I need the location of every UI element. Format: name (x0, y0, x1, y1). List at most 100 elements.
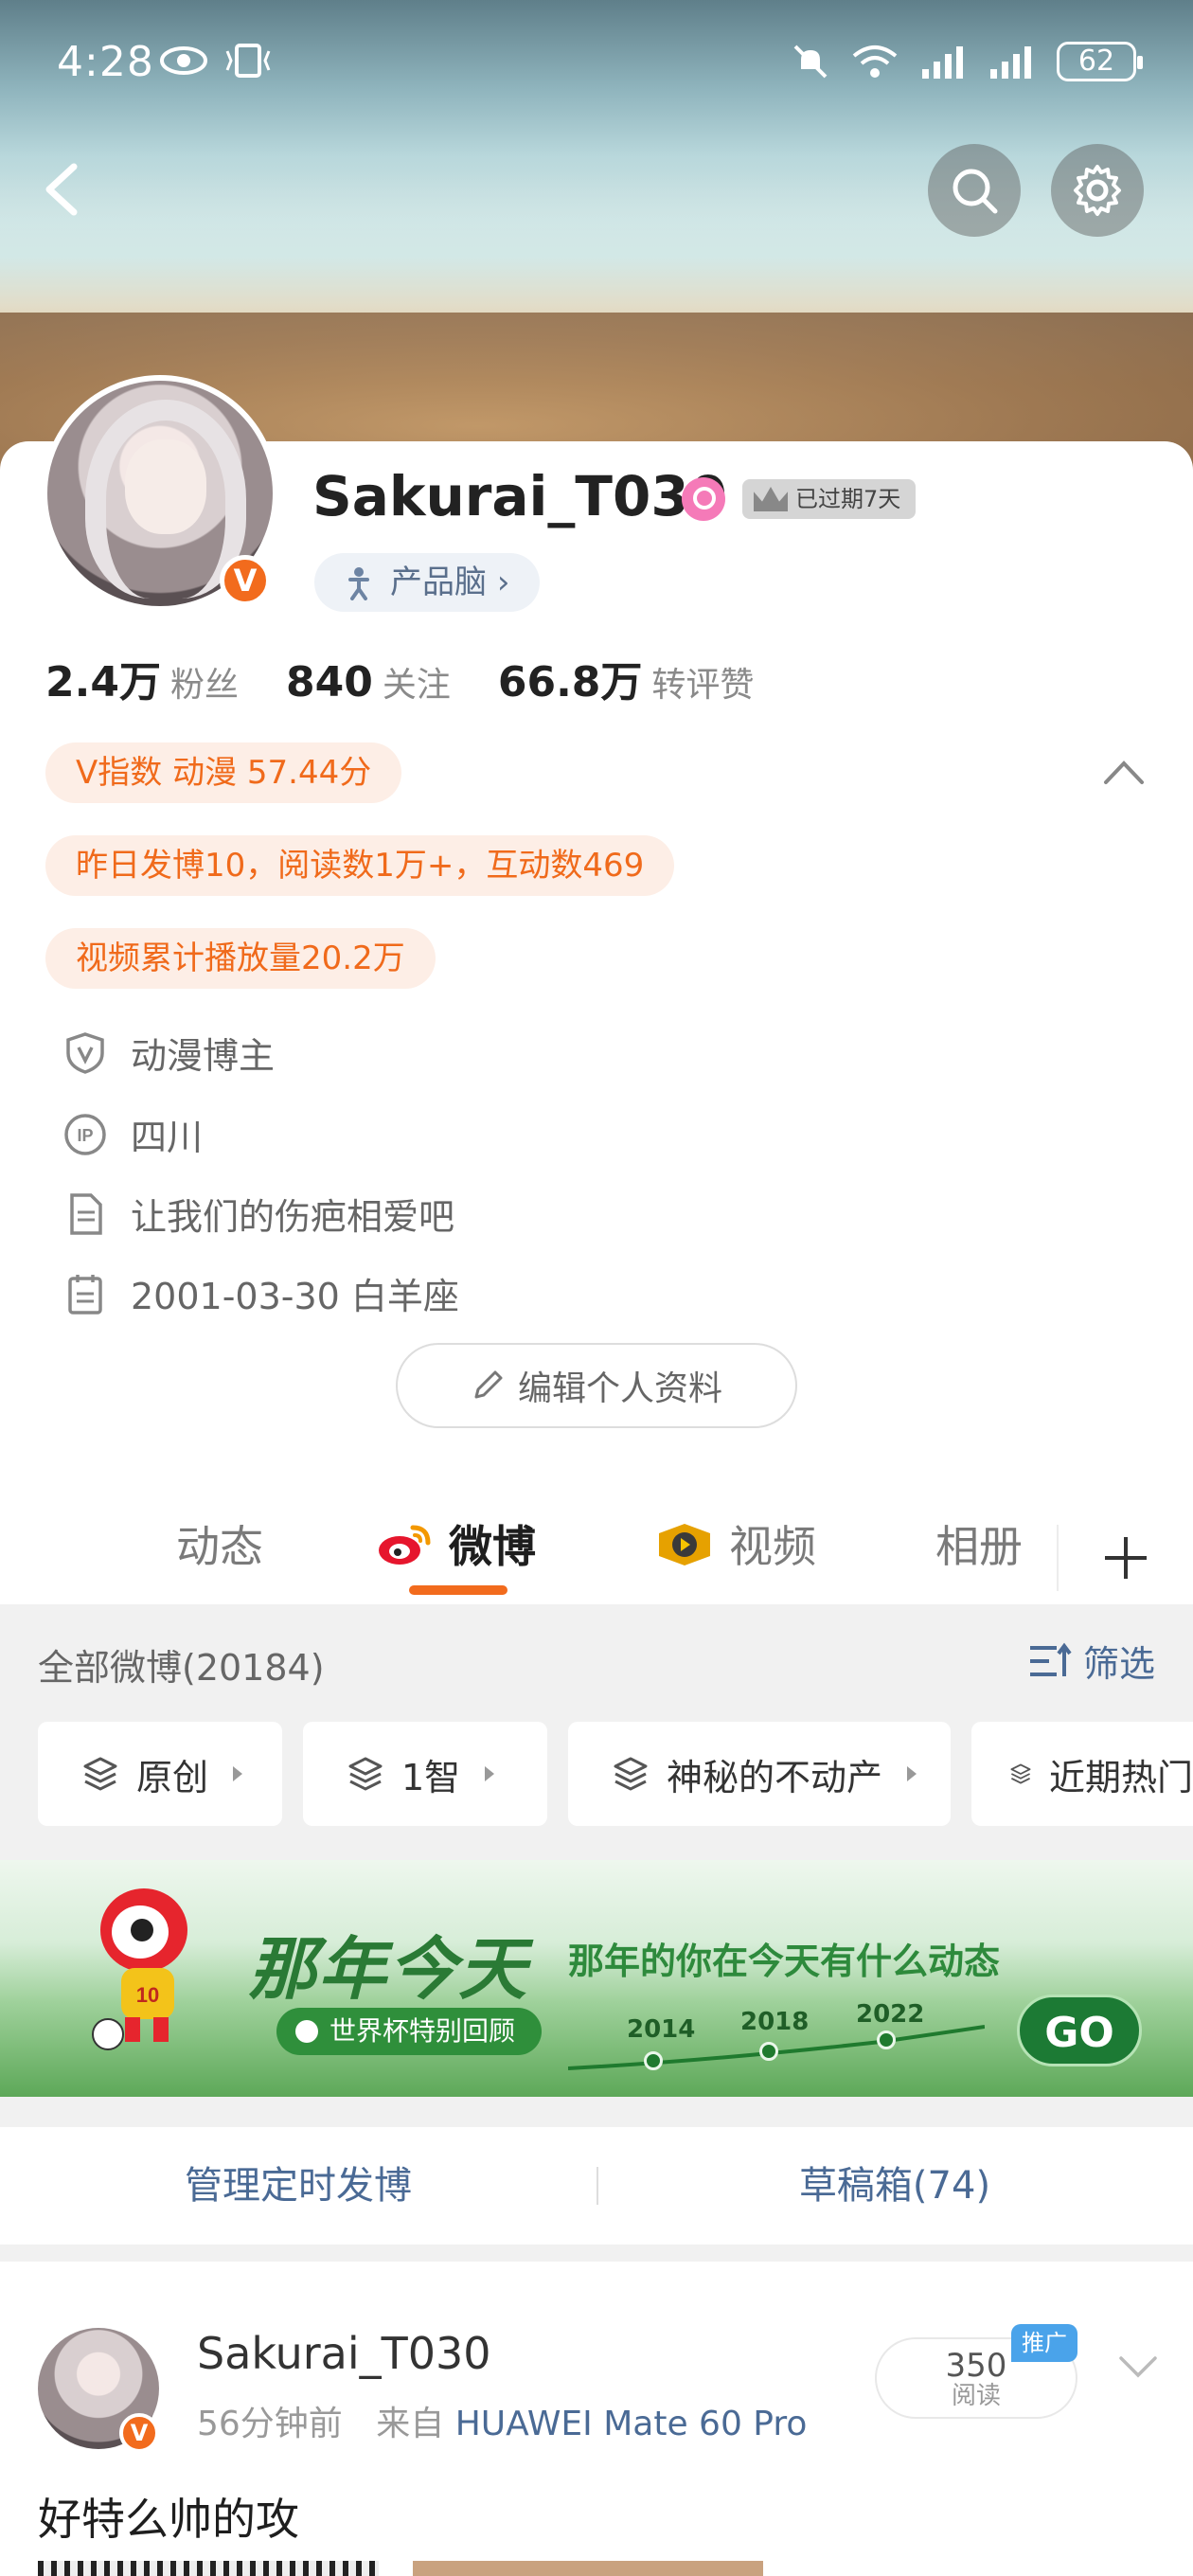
filter-button[interactable]: 筛选 (1028, 1635, 1155, 1687)
yesterday-stats-pill[interactable]: 昨日发博10，阅读数1万+，互动数469 (45, 835, 675, 896)
post-verified-badge: V (119, 2413, 159, 2453)
filter-chip-original-label: 原创 (136, 1756, 209, 1798)
filter-icon (1029, 1642, 1072, 1676)
triangle-right-icon (485, 1766, 495, 1781)
promo-subtitle: 那年的你在今天有什么动态 (568, 1941, 1001, 1982)
post-source-device[interactable]: HUAWEI Mate 60 Pro (455, 2405, 808, 2443)
scheduled-posts-button[interactable]: 管理定时发博 (0, 2127, 596, 2245)
filter-label: 筛选 (1082, 1643, 1155, 1685)
post-author[interactable]: Sakurai_T030 (197, 2328, 491, 2379)
gear-icon (1074, 165, 1121, 216)
verified-badge: V (220, 555, 271, 606)
following-count[interactable]: 840 (286, 658, 373, 707)
filter-chip-mystery-label: 神秘的不动产 (667, 1756, 883, 1798)
info-birthday-text: 2001-03-30 白羊座 (131, 1276, 459, 1317)
mute-bell-icon (793, 45, 828, 79)
profile-tag[interactable]: 产品脑 › (314, 553, 541, 612)
promo-go-button[interactable]: GO (1017, 1995, 1142, 2066)
tab-dynamics-label: 动态 (176, 1521, 263, 1572)
filter-chip-1zhi-label: 1智 (401, 1756, 461, 1798)
post-meta: 56分钟前 来自 HUAWEI Mate 60 Pro (197, 2396, 807, 2445)
chevron-up-icon[interactable] (1102, 758, 1146, 786)
followers-count[interactable]: 2.4万 (45, 648, 161, 708)
tab-video-label: 视频 (729, 1521, 816, 1572)
video-stats-pill[interactable]: 视频累计播放量20.2万 (45, 928, 436, 989)
video-play-icon (659, 1524, 710, 1565)
filter-chip-original[interactable]: 原创 (38, 1722, 282, 1826)
settings-button[interactable] (1051, 144, 1144, 237)
vibrate-icon (225, 44, 271, 78)
gender-female-icon (682, 477, 725, 521)
post-time: 56分钟前 (197, 2405, 343, 2443)
avatar-face (125, 439, 206, 534)
eye-icon (160, 46, 207, 75)
likes-count[interactable]: 66.8万 (498, 648, 643, 708)
post-text: 好特么帅的攻 (38, 2494, 299, 2545)
tab-video[interactable]: 视频 (653, 1506, 816, 1582)
search-button[interactable] (928, 144, 1021, 237)
info-birthday: 2001-03-30 白羊座 (62, 1267, 459, 1319)
back-arrow-icon[interactable] (34, 152, 91, 227)
layers-icon (1010, 1763, 1031, 1784)
edit-profile-button[interactable]: 编辑个人资料 (396, 1343, 797, 1428)
promo-world-cup-chip: 世界杯特别回顾 (276, 2008, 543, 2055)
plus-icon (1105, 1537, 1147, 1579)
tab-weibo[interactable]: 微博 (375, 1506, 536, 1582)
manage-section: 管理定时发博 草稿箱(74) (0, 2097, 1193, 2262)
pencil-icon (474, 1370, 503, 1399)
year-2018: 2018 (740, 2008, 810, 2036)
chevron-down-icon[interactable] (1117, 2352, 1159, 2381)
timeline-dot (644, 2051, 663, 2070)
post-image-2[interactable] (413, 2561, 763, 2576)
filter-chip-1zhi[interactable]: 1智 (303, 1722, 547, 1826)
member-badge[interactable]: 已过期7天 (742, 479, 917, 519)
document-icon (70, 1192, 102, 1235)
on-this-day-banner[interactable]: 10 那年今天 那年的你在今天有什么动态 世界杯特别回顾 2014 2018 2… (0, 1860, 1193, 2097)
following-label[interactable]: 关注 (383, 657, 451, 707)
followers-label[interactable]: 粉丝 (170, 657, 239, 707)
promote-tag[interactable]: 推广 (1011, 2324, 1077, 2362)
likes-label[interactable]: 转评赞 (651, 657, 754, 707)
active-tab-indicator (409, 1585, 507, 1595)
filter-chip-mystery[interactable]: 神秘的不动产 (568, 1722, 951, 1826)
year-2022: 2022 (856, 2000, 925, 2029)
all-posts-count: 全部微博(20184) (38, 1647, 325, 1689)
filter-chip-hot-label: 近期热门 (1048, 1756, 1193, 1798)
calendar-icon (68, 1274, 102, 1315)
v-index-pill[interactable]: V指数 动漫 57.44分 (45, 742, 402, 803)
svg-text:IP: IP (77, 1126, 93, 1145)
filter-chip-hot[interactable]: 近期热门 (971, 1722, 1193, 1826)
drafts-button[interactable]: 草稿箱(74) (596, 2127, 1193, 2245)
figure-icon (348, 567, 369, 600)
read-label: 阅读 (951, 2382, 1001, 2410)
tab-dynamics[interactable]: 动态 (176, 1506, 263, 1582)
post-images[interactable] (38, 2561, 1155, 2576)
year-2014: 2014 (627, 2015, 696, 2044)
profile-tabs: 动态 微博 视频 相册 (0, 1487, 1193, 1601)
info-bio-text: 让我们的伤疤相爱吧 (131, 1196, 455, 1238)
add-tab-button[interactable] (1057, 1525, 1193, 1591)
battery-indicator: 62 (1057, 42, 1143, 81)
triangle-right-icon (907, 1766, 917, 1781)
edit-profile-label: 编辑个人资料 (517, 1369, 722, 1408)
info-category-text: 动漫博主 (131, 1035, 276, 1077)
feed-filter-section: 全部微博(20184) 筛选 原创 1智 神秘的不动产 近期热门 (0, 1604, 1193, 1860)
post-card[interactable]: V Sakurai_T030 56分钟前 来自 HUAWEI Mate 60 P… (0, 2286, 1193, 2576)
status-time: 4:28 (57, 38, 154, 86)
triangle-right-icon (233, 1766, 243, 1781)
tab-album[interactable]: 相册 (935, 1506, 1023, 1582)
member-badge-text: 已过期7天 (795, 486, 901, 512)
layers-icon (614, 1757, 648, 1791)
post-image-1[interactable] (38, 2561, 379, 2576)
info-location: IP 四川 (62, 1108, 203, 1160)
ip-icon: IP (64, 1113, 106, 1155)
wifi-icon (852, 45, 898, 78)
stats-row: 2.4万 粉丝 840 关注 66.8万 转评赞 (45, 648, 801, 708)
info-location-text: 四川 (131, 1117, 204, 1158)
timeline-dot (877, 2030, 896, 2049)
username: Sakurai_T030 (312, 464, 728, 528)
status-bar: 4:28 62 (0, 38, 1193, 95)
search-icon (953, 169, 998, 214)
info-category: 动漫博主 (62, 1027, 275, 1079)
signal-icon (922, 46, 963, 79)
